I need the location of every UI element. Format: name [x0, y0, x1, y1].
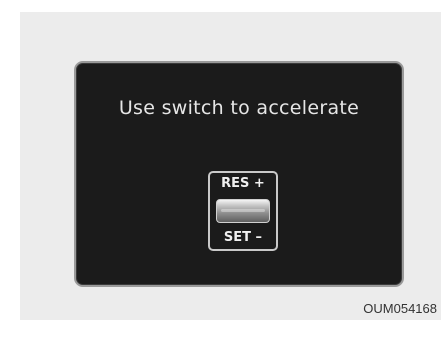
- set-minus-label: SET –: [223, 230, 263, 245]
- rocker-icon: [216, 199, 270, 223]
- figure-code: OUM054168: [363, 301, 437, 316]
- cluster-display-screen: Use switch to accelerate RES + SET –: [74, 61, 404, 287]
- res-plus-label: RES +: [221, 176, 265, 191]
- res-set-switch-icon: RES + SET –: [208, 171, 278, 251]
- display-message: Use switch to accelerate: [118, 97, 360, 119]
